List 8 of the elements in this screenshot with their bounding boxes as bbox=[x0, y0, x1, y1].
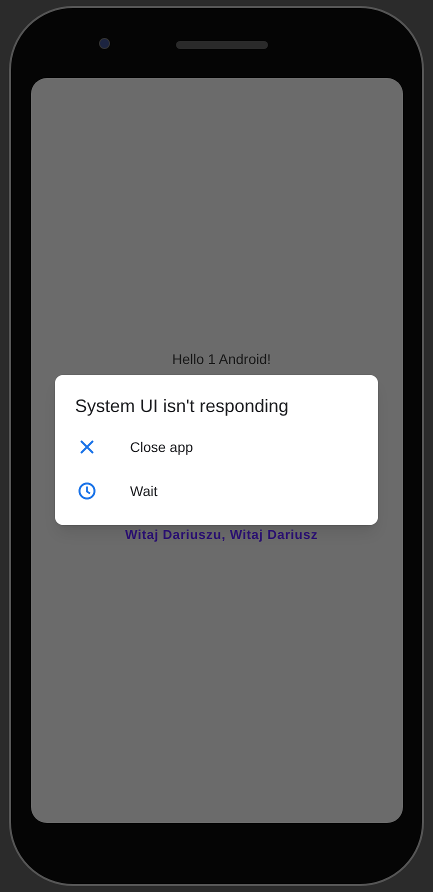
greeting-text: Hello 1 Android! bbox=[171, 351, 271, 367]
close-icon bbox=[80, 440, 94, 454]
clock-icon bbox=[78, 482, 96, 500]
footer-text: Witaj Dariuszu, Witaj Dariusz bbox=[124, 526, 318, 544]
dialog-title: System UI isn't responding bbox=[75, 395, 290, 417]
dialog-option[interactable]: Wait bbox=[75, 469, 358, 513]
dialog-option[interactable]: Close app bbox=[75, 425, 358, 469]
camera-icon bbox=[99, 38, 110, 49]
